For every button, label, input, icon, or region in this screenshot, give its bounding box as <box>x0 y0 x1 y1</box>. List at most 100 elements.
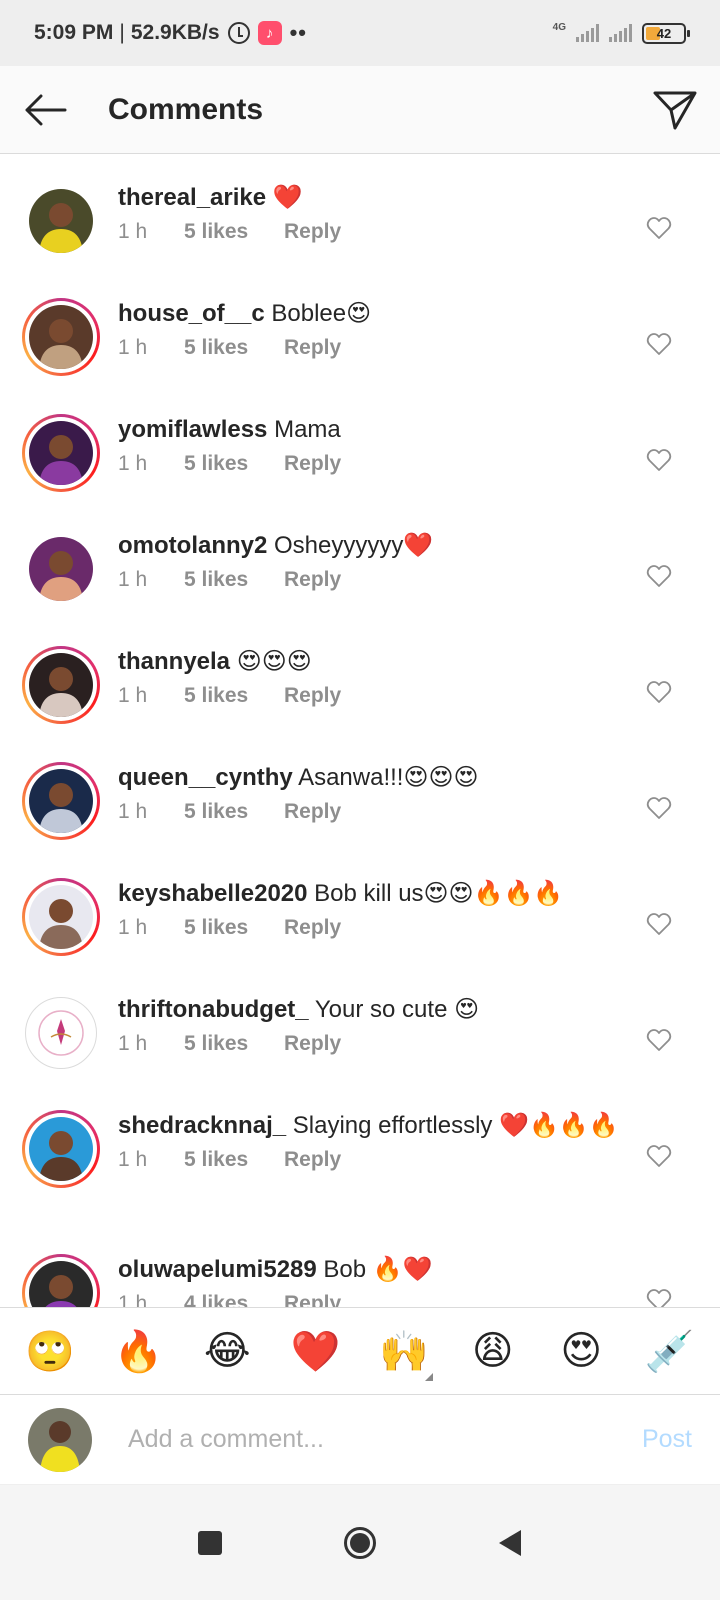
reply-button[interactable]: Reply <box>284 1148 341 1172</box>
story-ring[interactable] <box>22 298 100 376</box>
comment-username[interactable]: oluwapelumi5289 <box>118 1256 317 1283</box>
reply-button[interactable]: Reply <box>284 800 341 824</box>
heart-eyes-emoji-button[interactable]: 😍 <box>546 1328 616 1374</box>
like-comment-button[interactable] <box>646 680 672 704</box>
comment-meta: 1 h 5 likes Reply <box>118 684 636 708</box>
comment-username[interactable]: thannyela <box>118 648 230 675</box>
comment-time: 1 h <box>118 336 148 359</box>
comment-time: 1 h <box>118 452 148 475</box>
comment-likes-count[interactable]: 5 likes <box>184 1148 284 1172</box>
more-notifications-icon: •• <box>289 20 307 45</box>
status-system-icons: 4G 42 <box>553 22 690 44</box>
avatar <box>29 653 93 717</box>
heart-icon <box>646 1029 672 1051</box>
comment-message: Mama <box>267 416 341 443</box>
comment-likes-count[interactable]: 4 likes <box>184 1292 284 1307</box>
comment-likes-count[interactable]: 5 likes <box>184 684 284 708</box>
comment-message: Slaying effortlessly ❤️🔥🔥🔥 <box>286 1112 619 1139</box>
reply-button[interactable]: Reply <box>284 336 341 360</box>
like-comment-button[interactable] <box>646 1288 672 1307</box>
page-title: Comments <box>108 92 264 126</box>
comment-username[interactable]: shedracknnaj_ <box>118 1112 286 1139</box>
story-ring[interactable] <box>22 414 100 492</box>
network-speed: 52.9KB/s <box>130 21 220 44</box>
like-comment-button[interactable] <box>646 564 672 588</box>
avatar <box>29 537 93 601</box>
comment-username[interactable]: house_of__c <box>118 300 265 327</box>
recent-apps-button[interactable] <box>190 1523 230 1563</box>
comment-meta: 1 h 5 likes Reply <box>118 800 636 824</box>
avatar-frame[interactable] <box>22 182 100 260</box>
like-comment-button[interactable] <box>646 1144 672 1168</box>
heart-icon <box>646 217 672 239</box>
comment-item: yomiflawless Mama 1 h 5 likes Reply <box>0 414 720 492</box>
home-button[interactable] <box>340 1523 380 1563</box>
avatar-frame[interactable] <box>22 994 100 1072</box>
avatar-frame[interactable] <box>22 530 100 608</box>
back-button[interactable] <box>0 66 90 154</box>
reply-button[interactable]: Reply <box>284 1292 341 1307</box>
comment-item: shedracknnaj_ Slaying effortlessly ❤️🔥🔥🔥… <box>0 1110 720 1188</box>
like-comment-button[interactable] <box>646 796 672 820</box>
story-ring[interactable] <box>22 762 100 840</box>
reply-button[interactable]: Reply <box>284 1032 341 1056</box>
home-icon <box>344 1526 376 1559</box>
status-time: 5:09 PM <box>34 21 114 44</box>
alarm-icon <box>227 22 250 44</box>
like-comment-button[interactable] <box>646 216 672 240</box>
comment-username[interactable]: omotolanny2 <box>118 532 267 559</box>
fire-emoji-button[interactable]: 🔥 <box>104 1328 174 1375</box>
comments-list[interactable]: thereal_arike ❤️ 1 h5 likes Reply house_of_… <box>0 154 720 1307</box>
comment-likes-count[interactable]: 5 likes <box>184 1032 284 1056</box>
comment-text: keyshabelle2020 Bob kill us😍😍🔥🔥🔥 <box>118 878 636 910</box>
signal-icon <box>609 24 632 42</box>
story-ring[interactable] <box>22 878 100 956</box>
comment-username[interactable]: keyshabelle2020 <box>118 880 307 907</box>
eye-roll-emoji-button[interactable]: 🙄 <box>15 1328 85 1375</box>
comment-username[interactable]: thereal_arike <box>118 184 266 211</box>
syringe-emoji-button[interactable]: 💉 <box>635 1328 705 1375</box>
heart-icon <box>646 1289 672 1307</box>
like-comment-button[interactable] <box>646 332 672 356</box>
comment-likes-count[interactable]: 5 likes <box>184 220 284 244</box>
reply-button[interactable]: Reply <box>284 684 341 708</box>
reply-button[interactable]: Reply <box>284 220 341 244</box>
reply-button[interactable]: Reply <box>284 916 341 940</box>
comment-likes-count[interactable]: 5 likes <box>184 800 284 824</box>
comment-likes-count[interactable]: 5 likes <box>184 568 284 592</box>
like-comment-button[interactable] <box>646 1028 672 1052</box>
comment-text: shedracknnaj_ Slaying effortlessly ❤️🔥🔥🔥 <box>118 1110 636 1142</box>
tears-of-joy-emoji-button[interactable]: 😂 <box>192 1328 262 1374</box>
comment-text: thannyela 😍😍😍 <box>118 646 636 678</box>
comment-likes-count[interactable]: 5 likes <box>184 452 284 476</box>
emoji-quick-bar: 🙄 🔥 😂 ❤️ 🙌 😩 😍 💉 <box>0 1307 720 1395</box>
share-button[interactable] <box>630 66 720 154</box>
avatar <box>29 1001 93 1065</box>
comment-username[interactable]: thriftonabudget_ <box>118 996 309 1023</box>
comment-item: thereal_arike ❤️ 1 h 5 likes Reply <box>0 182 720 260</box>
like-comment-button[interactable] <box>646 448 672 472</box>
reply-button[interactable]: Reply <box>284 568 341 592</box>
system-back-button[interactable] <box>490 1523 530 1563</box>
heart-icon <box>646 333 672 355</box>
comment-input[interactable] <box>128 1425 642 1454</box>
comment-likes-count[interactable]: 5 likes <box>184 336 284 360</box>
comment-username[interactable]: queen__cynthy <box>118 764 293 791</box>
story-ring[interactable] <box>22 646 100 724</box>
reply-button[interactable]: Reply <box>284 452 341 476</box>
comment-meta: 1 h 5 likes Reply <box>118 916 636 940</box>
like-comment-button[interactable] <box>646 912 672 936</box>
raising-hands-emoji-button[interactable]: 🙌 <box>369 1328 439 1381</box>
weary-face-emoji-button[interactable]: 😩 <box>458 1328 528 1374</box>
comment-message: Bob 🔥❤️ <box>316 1256 433 1283</box>
post-button[interactable]: Post <box>642 1425 692 1454</box>
back-icon <box>499 1529 521 1556</box>
story-ring[interactable] <box>22 1254 100 1307</box>
red-heart-emoji-button[interactable]: ❤️ <box>281 1328 351 1375</box>
comment-username[interactable]: yomiflawless <box>118 416 267 443</box>
heart-icon <box>646 1145 672 1167</box>
story-ring[interactable] <box>22 1110 100 1188</box>
comment-message: 😍😍😍 <box>230 648 312 675</box>
comment-likes-count[interactable]: 5 likes <box>184 916 284 940</box>
comment-meta: 1 h 4 likes Reply <box>118 1292 636 1307</box>
